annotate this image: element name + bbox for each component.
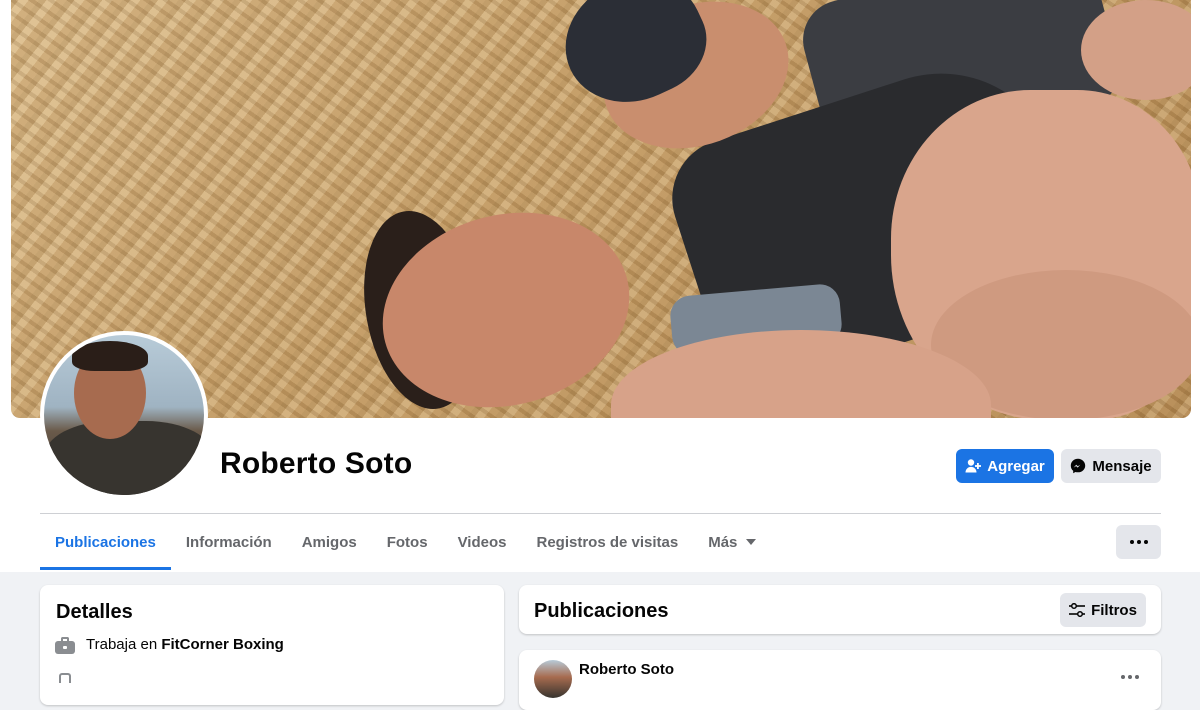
profile-avatar[interactable] xyxy=(40,331,208,499)
tab-label: Información xyxy=(185,533,272,551)
tab-publicaciones[interactable]: Publicaciones xyxy=(40,514,171,570)
profile-tabs: Publicaciones Información Amigos Fotos V… xyxy=(40,514,771,570)
detail-icon xyxy=(59,673,71,683)
profile-more-button[interactable] xyxy=(1116,525,1161,559)
add-friend-label: Agregar xyxy=(987,457,1045,475)
post-author-avatar[interactable] xyxy=(534,660,572,698)
tab-registros-de-visitas[interactable]: Registros de visitas xyxy=(521,514,693,570)
caret-down-icon xyxy=(746,539,757,545)
briefcase-icon xyxy=(55,636,75,654)
posts-title: Publicaciones xyxy=(534,600,669,622)
tab-videos[interactable]: Videos xyxy=(443,514,522,570)
cover-photo[interactable] xyxy=(11,0,1191,418)
message-button[interactable]: Mensaje xyxy=(1061,449,1161,483)
tab-label: Fotos xyxy=(386,533,428,551)
more-horizontal-icon xyxy=(1129,540,1134,544)
more-horizontal-icon xyxy=(1136,540,1141,544)
details-title: Detalles xyxy=(56,601,133,623)
work-text: Trabaja en FitCorner Boxing xyxy=(86,636,284,653)
tab-informacion[interactable]: Información xyxy=(171,514,287,570)
work-prefix: Trabaja en xyxy=(86,636,158,653)
sliders-icon xyxy=(1069,603,1086,617)
person-add-icon xyxy=(965,459,982,473)
tab-mas[interactable]: Más xyxy=(693,514,771,570)
avatar-figure xyxy=(72,341,148,371)
work-place-link[interactable]: FitCorner Boxing xyxy=(161,636,284,653)
tab-label: Registros de visitas xyxy=(536,533,679,551)
add-friend-button[interactable]: Agregar xyxy=(956,449,1054,483)
tab-label: Videos xyxy=(457,533,507,551)
profile-header: Roberto Soto Agregar Mensaje Publicacion… xyxy=(0,0,1200,572)
tab-label: Publicaciones xyxy=(55,533,156,551)
tab-label: Más xyxy=(708,533,738,551)
message-label: Mensaje xyxy=(1092,457,1152,475)
work-detail: Trabaja en FitCorner Boxing xyxy=(55,636,284,654)
more-horizontal-icon xyxy=(1143,540,1148,544)
post-card: Roberto Soto xyxy=(519,650,1161,710)
posts-header-card: Publicaciones Filtros xyxy=(519,585,1161,634)
avatar-image xyxy=(44,335,204,495)
tab-fotos[interactable]: Fotos xyxy=(372,514,443,570)
more-horizontal-icon xyxy=(1128,675,1132,679)
more-horizontal-icon xyxy=(1121,675,1125,679)
post-author-name[interactable]: Roberto Soto xyxy=(579,661,674,678)
tab-label: Amigos xyxy=(301,533,357,551)
filters-button[interactable]: Filtros xyxy=(1060,593,1146,627)
details-card: Detalles Trabaja en FitCorner Boxing xyxy=(40,585,504,705)
filters-label: Filtros xyxy=(1091,601,1137,619)
post-options-button[interactable] xyxy=(1115,662,1145,692)
tab-amigos[interactable]: Amigos xyxy=(287,514,372,570)
messenger-icon xyxy=(1071,458,1086,474)
more-horizontal-icon xyxy=(1135,675,1139,679)
profile-name: Roberto Soto xyxy=(220,447,413,480)
